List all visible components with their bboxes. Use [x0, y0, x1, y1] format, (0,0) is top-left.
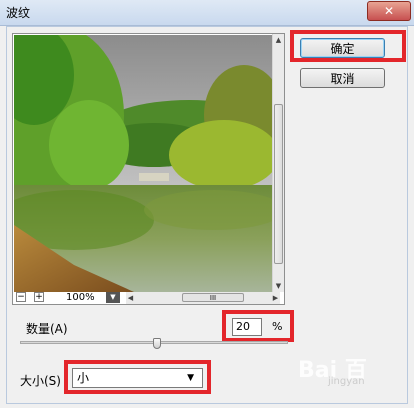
- amount-slider-thumb[interactable]: [152, 338, 161, 349]
- size-highlight: [64, 360, 211, 394]
- horizontal-scroll-thumb[interactable]: III: [182, 293, 244, 302]
- ok-button-highlight: [290, 30, 406, 62]
- preview-toolbar: − + 100% ▼ ◀ III ▶: [14, 292, 284, 304]
- title-bar: 波纹 ✕: [0, 0, 414, 26]
- zoom-in-button[interactable]: +: [34, 292, 44, 302]
- vertical-scroll-thumb[interactable]: [274, 104, 283, 264]
- window-title: 波纹: [6, 6, 31, 20]
- cancel-button[interactable]: 取消: [300, 68, 385, 88]
- zoom-dropdown-icon[interactable]: ▼: [106, 292, 120, 303]
- preview-image: [14, 35, 272, 292]
- scroll-up-icon[interactable]: ▲: [274, 35, 283, 45]
- scroll-down-icon[interactable]: ▼: [274, 281, 283, 291]
- lake-scene-image: [14, 35, 272, 292]
- vertical-scrollbar[interactable]: ▲ ▼: [272, 34, 284, 292]
- watermark-subtext: jingyan: [328, 376, 365, 387]
- size-label: 大小(S): [20, 374, 61, 388]
- close-button[interactable]: ✕: [367, 1, 411, 21]
- watermark-logo: Bai 百 jingyan: [298, 352, 408, 392]
- zoom-level: 100%: [66, 292, 95, 303]
- scroll-left-icon[interactable]: ◀: [126, 292, 135, 304]
- amount-label: 数量(A): [26, 322, 68, 336]
- horizontal-scrollbar[interactable]: ◀ III ▶: [126, 292, 280, 304]
- zoom-out-button[interactable]: −: [16, 292, 26, 302]
- scroll-right-icon[interactable]: ▶: [271, 292, 280, 304]
- preview-panel: ▲ ▼ − + 100% ▼ ◀ III ▶: [12, 33, 285, 305]
- amount-highlight: [222, 310, 294, 342]
